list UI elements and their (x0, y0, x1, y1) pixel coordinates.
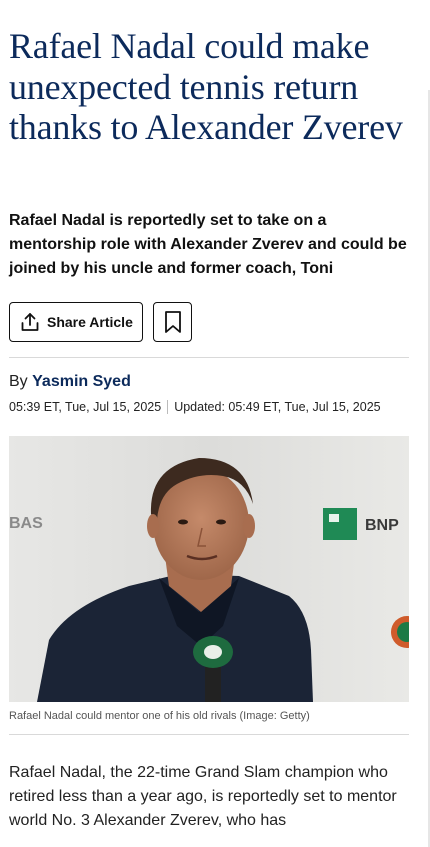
published-time: 05:39 ET, Tue, Jul 15, 2025 (9, 400, 162, 414)
article-body-paragraph: Rafael Nadal, the 22-time Grand Slam cha… (9, 764, 397, 829)
byline-prefix: By (9, 373, 28, 390)
article-image: BAS BNP (9, 436, 409, 702)
byline: By Yasmin Syed (9, 373, 131, 391)
share-article-label: Share Article (47, 314, 133, 330)
article-headline: Rafael Nadal could make unexpected tenni… (9, 26, 403, 147)
divider (9, 734, 409, 735)
image-caption: Rafael Nadal could mentor one of his old… (9, 710, 310, 722)
sponsor-logo-icon (323, 508, 357, 540)
author-link[interactable]: Yasmin Syed (32, 373, 131, 390)
backdrop-text-left: BAS (9, 515, 43, 532)
share-article-button[interactable]: Share Article (9, 302, 143, 342)
divider (9, 357, 409, 358)
date-separator (167, 400, 169, 414)
article-standfirst: Rafael Nadal is reportedly set to take o… (9, 212, 407, 277)
updated-time: Updated: 05:49 ET, Tue, Jul 15, 2025 (174, 400, 381, 414)
share-icon (19, 311, 41, 333)
backdrop-text-right: BNP (365, 517, 399, 534)
article-dates: 05:39 ET, Tue, Jul 15, 2025 Updated: 05:… (9, 400, 381, 414)
bookmark-button[interactable] (153, 302, 192, 342)
bookmark-icon (163, 310, 183, 334)
